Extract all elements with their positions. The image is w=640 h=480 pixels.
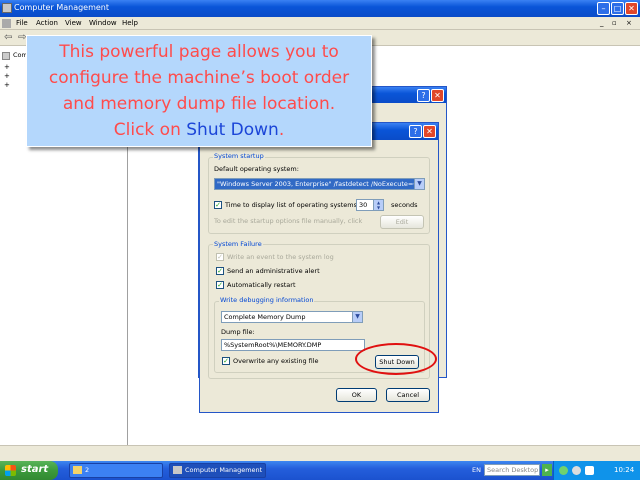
write-event-label: Write an event to the system log <box>227 253 334 261</box>
startup-recovery-dialog: ? ✕ System startup Default operating sys… <box>199 122 439 413</box>
callout-line-2: configure the machine’s boot order <box>48 68 350 88</box>
back-arrow-icon[interactable]: ⇦ <box>4 32 12 43</box>
windows-logo-icon <box>5 465 16 476</box>
menu-bar: File Action View Window Help _ ▫ × <box>0 17 640 30</box>
status-bar <box>0 445 640 461</box>
help-button[interactable]: ? <box>417 89 430 102</box>
menu-help[interactable]: Help <box>122 19 138 27</box>
system-failure-label: System Failure <box>213 240 263 248</box>
taskbar-folder-count: 2 <box>85 466 90 474</box>
desktop-search-input[interactable]: Search Desktop <box>484 464 540 476</box>
window-title: Computer Management <box>14 3 110 12</box>
time-display-checkbox[interactable]: ✓ <box>214 201 222 209</box>
search-go-icon[interactable]: ▸ <box>542 464 552 476</box>
menu-window[interactable]: Window <box>89 19 117 27</box>
menu-view[interactable]: View <box>65 19 82 27</box>
default-os-value: "Windows Server 2003, Enterprise" /fastd… <box>217 180 425 188</box>
start-button[interactable]: start <box>0 461 58 480</box>
expand-icon[interactable]: + <box>4 81 10 89</box>
volume-icon[interactable] <box>572 466 581 475</box>
auto-restart-checkbox[interactable]: ✓ <box>216 281 224 289</box>
edit-button[interactable]: Edit <box>380 215 424 229</box>
dump-file-value: %SystemRoot%\MEMORY.DMP <box>224 341 322 349</box>
time-display-label: Time to display list of operating system… <box>225 201 360 209</box>
close-button[interactable]: ✕ <box>423 125 436 138</box>
default-os-dropdown[interactable]: "Windows Server 2003, Enterprise" /fastd… <box>214 178 425 190</box>
write-event-checkbox[interactable]: ✓ <box>216 253 224 261</box>
overwrite-label: Overwrite any existing file <box>233 357 319 365</box>
time-spinner[interactable]: 30 ▲ ▼ <box>356 199 384 211</box>
callout-line-3: and memory dump file location. <box>62 94 336 114</box>
maximize-button[interactable]: □ <box>611 2 624 15</box>
chevron-down-icon[interactable]: ▼ <box>414 179 424 189</box>
dump-type-dropdown[interactable]: Complete Memory Dump ▼ <box>221 311 363 323</box>
callout-line-1: This powerful page allows you to <box>59 42 339 62</box>
language-indicator[interactable]: EN <box>472 466 481 474</box>
expand-icon[interactable]: + <box>4 63 10 71</box>
taskbar-folder-button[interactable]: 2 <box>69 463 163 478</box>
callout-period: . <box>278 120 285 140</box>
security-icon[interactable] <box>585 466 594 475</box>
seconds-label: seconds <box>391 201 418 209</box>
ok-button[interactable]: OK <box>336 388 377 402</box>
network-icon[interactable] <box>559 466 568 475</box>
edit-hint-label: To edit the startup options file manuall… <box>214 217 364 225</box>
time-value: 30 <box>359 201 368 209</box>
cancel-button[interactable]: Cancel <box>386 388 430 402</box>
system-tray: 10:24 <box>553 461 640 480</box>
mdi-minimize-icon[interactable]: _ <box>600 19 604 27</box>
folder-icon <box>73 466 82 474</box>
minimize-button[interactable]: – <box>597 2 610 15</box>
callout-line-4: Click on Shut Down. <box>27 117 371 143</box>
default-os-label: Default operating system: <box>214 165 299 173</box>
taskbar-cm-label: Computer Management <box>185 466 263 474</box>
close-button[interactable]: ✕ <box>625 2 638 15</box>
help-button[interactable]: ? <box>409 125 422 138</box>
menu-action[interactable]: Action <box>36 19 58 27</box>
computer-management-icon <box>173 466 182 474</box>
spinner-arrows-icon[interactable]: ▲ ▼ <box>373 200 383 210</box>
computer-icon <box>2 52 10 60</box>
taskbar-computer-management[interactable]: Computer Management <box>169 463 266 478</box>
mdi-close-icon[interactable]: × <box>626 19 632 27</box>
expand-icon[interactable]: + <box>4 72 10 80</box>
dump-file-input[interactable]: %SystemRoot%\MEMORY.DMP <box>221 339 365 351</box>
mdi-restore-icon[interactable]: ▫ <box>612 19 617 27</box>
start-label: start <box>21 464 49 475</box>
dump-type-value: Complete Memory Dump <box>224 313 306 321</box>
chevron-down-icon[interactable]: ▼ <box>352 312 362 322</box>
callout-shutdown-highlight: Shut Down <box>186 120 279 140</box>
computer-management-icon <box>2 3 12 13</box>
desktop-search-placeholder: Search Desktop <box>487 466 539 474</box>
menu-file[interactable]: File <box>16 19 28 27</box>
callout-click-prefix: Click on <box>113 120 187 140</box>
auto-restart-label: Automatically restart <box>227 281 296 289</box>
clock: 10:24 <box>614 466 635 474</box>
send-alert-label: Send an administrative alert <box>227 267 320 275</box>
send-alert-checkbox[interactable]: ✓ <box>216 267 224 275</box>
close-button[interactable]: ✕ <box>431 89 444 102</box>
overwrite-checkbox[interactable]: ✓ <box>222 357 230 365</box>
debug-info-label: Write debugging information <box>219 296 315 304</box>
main-window-titlebar[interactable]: Computer Management – □ ✕ <box>0 0 640 17</box>
dump-file-label: Dump file: <box>221 328 255 336</box>
system-startup-label: System startup <box>213 152 265 160</box>
highlight-ellipse <box>355 343 437 375</box>
tutorial-callout: This powerful page allows you to configu… <box>26 35 372 147</box>
app-menu-icon[interactable] <box>2 19 11 28</box>
